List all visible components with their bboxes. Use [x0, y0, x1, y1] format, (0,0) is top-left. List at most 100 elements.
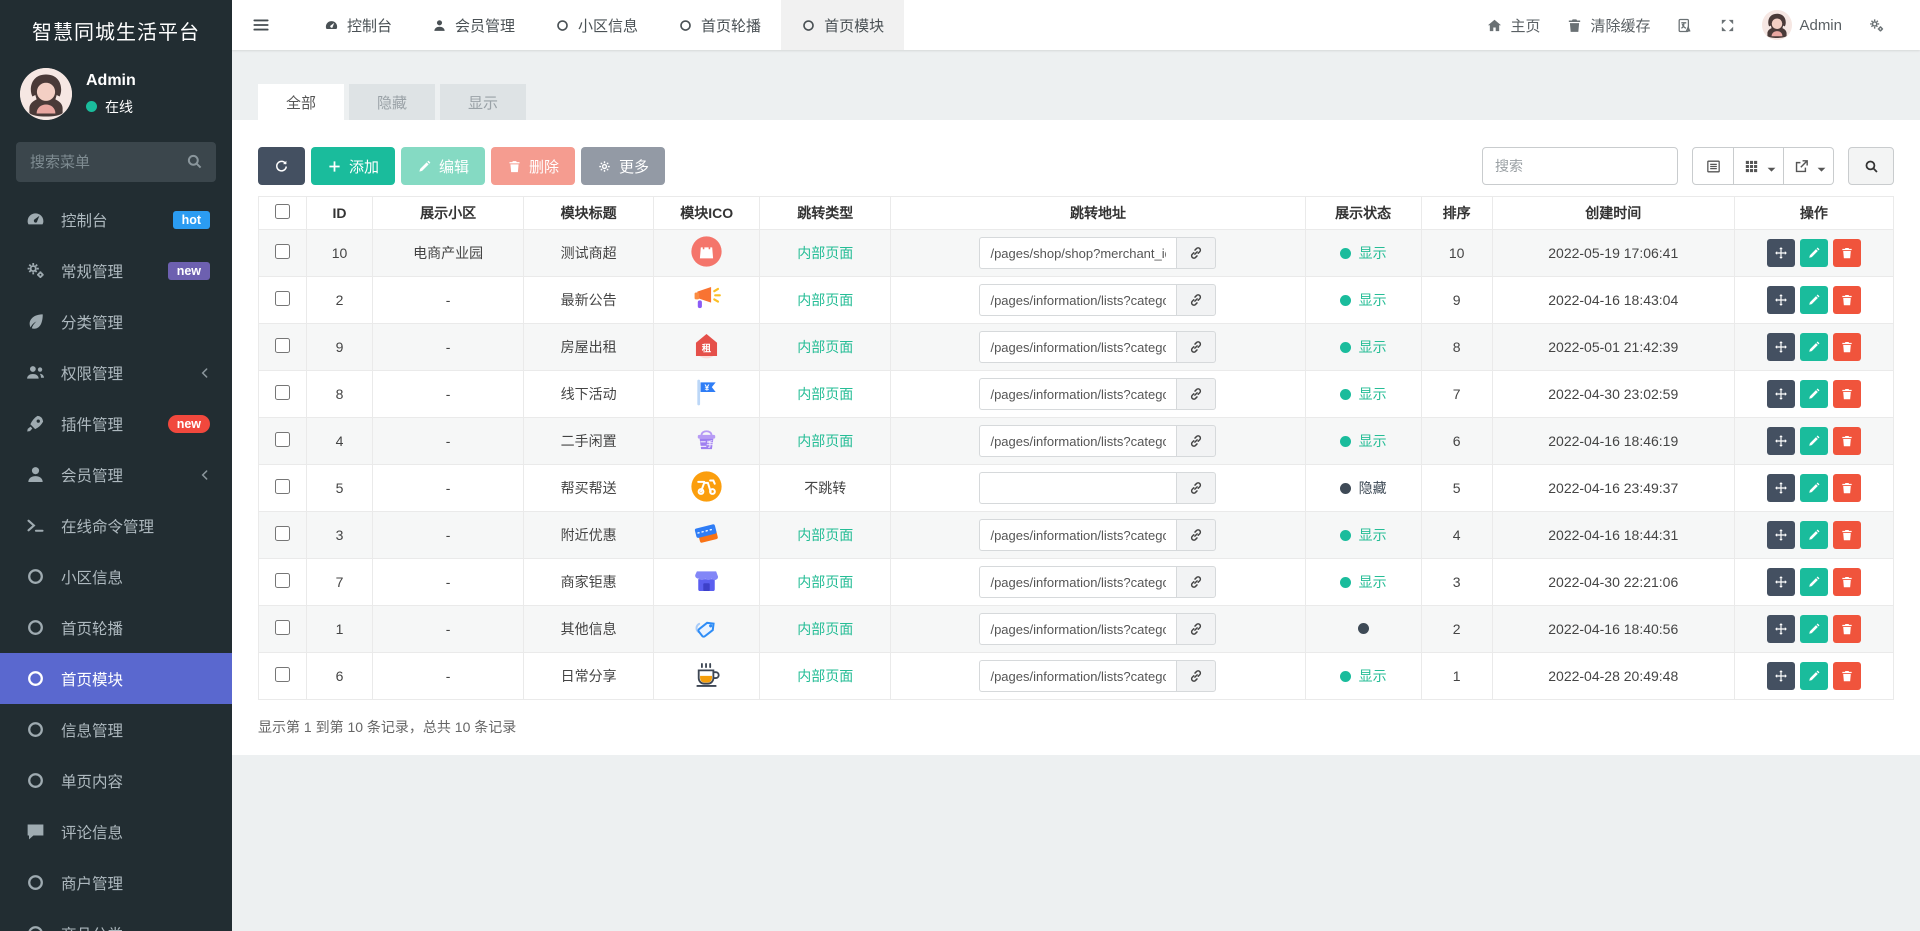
sidebar-item-8[interactable]: 首页轮播	[0, 602, 232, 653]
column-header[interactable]: 展示状态	[1304, 196, 1422, 230]
sidebar-item-6[interactable]: 在线命令管理	[0, 500, 232, 551]
add-button[interactable]: 添加	[311, 147, 396, 185]
sidebar-item-7[interactable]: 小区信息	[0, 551, 232, 602]
cell-status[interactable]: 显示	[1304, 558, 1422, 606]
edit-row-button[interactable]	[1799, 333, 1828, 361]
link-button[interactable]	[1176, 378, 1217, 410]
delete-row-button[interactable]	[1832, 286, 1861, 314]
jump-url-input[interactable]	[979, 331, 1177, 363]
select-all-checkbox[interactable]	[275, 204, 290, 219]
row-checkbox[interactable]	[275, 338, 290, 353]
home-link[interactable]: 主页	[1473, 0, 1553, 50]
jump-url-input[interactable]	[979, 660, 1177, 692]
sidebar-item-5[interactable]: 会员管理	[0, 449, 232, 500]
column-header[interactable]: 创建时间	[1491, 196, 1735, 230]
delete-row-button[interactable]	[1832, 427, 1861, 455]
topbar-tab-4[interactable]: 首页模块	[781, 0, 905, 50]
sidebar-item-2[interactable]: 分类管理	[0, 296, 232, 347]
sidebar-item-1[interactable]: 常规管理 new	[0, 245, 232, 296]
delete-row-button[interactable]	[1832, 662, 1861, 690]
delete-row-button[interactable]	[1832, 568, 1861, 596]
link-button[interactable]	[1176, 425, 1217, 457]
drag-row-button[interactable]	[1766, 615, 1795, 643]
filter-tab-2[interactable]: 显示	[440, 84, 527, 120]
edit-row-button[interactable]	[1799, 427, 1828, 455]
edit-row-button[interactable]	[1799, 521, 1828, 549]
link-button[interactable]	[1176, 566, 1217, 598]
more-button[interactable]: 更多	[581, 147, 666, 185]
drag-row-button[interactable]	[1766, 333, 1795, 361]
column-header[interactable]: 展示小区	[372, 196, 525, 230]
fullscreen-button[interactable]	[1706, 0, 1749, 50]
hamburger-button[interactable]	[232, 0, 290, 50]
edit-row-button[interactable]	[1799, 286, 1828, 314]
language-button[interactable]	[1663, 0, 1706, 50]
jump-url-input[interactable]	[979, 566, 1177, 598]
row-checkbox[interactable]	[275, 573, 290, 588]
row-checkbox[interactable]	[275, 620, 290, 635]
link-button[interactable]	[1176, 284, 1217, 316]
column-header[interactable]: 跳转地址	[890, 196, 1306, 230]
delete-row-button[interactable]	[1832, 521, 1861, 549]
cell-status[interactable]: 隐藏	[1304, 464, 1422, 512]
export-button[interactable]	[1784, 147, 1834, 185]
delete-button[interactable]: 删除	[491, 147, 576, 185]
link-button[interactable]	[1176, 331, 1217, 363]
row-checkbox[interactable]	[275, 385, 290, 400]
row-checkbox[interactable]	[275, 291, 290, 306]
row-checkbox[interactable]	[275, 432, 290, 447]
sidebar-item-14[interactable]: 商品分类	[0, 908, 232, 931]
cell-status[interactable]: 显示	[1304, 652, 1422, 700]
jump-url-input[interactable]	[979, 519, 1177, 551]
row-checkbox[interactable]	[275, 667, 290, 682]
edit-row-button[interactable]	[1799, 662, 1828, 690]
column-header[interactable]: 跳转类型	[759, 196, 892, 230]
cell-status[interactable]: 显示	[1304, 229, 1422, 277]
drag-row-button[interactable]	[1766, 427, 1795, 455]
filter-tab-0[interactable]: 全部	[258, 84, 345, 120]
cell-status[interactable]	[1304, 605, 1422, 653]
drag-row-button[interactable]	[1766, 568, 1795, 596]
cell-status[interactable]: 显示	[1304, 417, 1422, 465]
jump-url-input[interactable]	[979, 378, 1177, 410]
edit-row-button[interactable]	[1799, 615, 1828, 643]
clear-cache-link[interactable]: 清除缓存	[1553, 0, 1663, 50]
sidebar-item-9[interactable]: 首页模块	[0, 653, 232, 704]
topbar-tab-2[interactable]: 小区信息	[535, 0, 658, 50]
delete-row-button[interactable]	[1832, 333, 1861, 361]
drag-row-button[interactable]	[1766, 239, 1795, 267]
topbar-user[interactable]: Admin	[1749, 0, 1855, 50]
edit-button[interactable]: 编辑	[401, 147, 486, 185]
detail-view-button[interactable]	[1692, 147, 1734, 185]
jump-url-input[interactable]	[979, 472, 1177, 504]
jump-url-input[interactable]	[979, 284, 1177, 316]
topbar-tab-0[interactable]: 控制台	[304, 0, 412, 50]
drag-row-button[interactable]	[1766, 474, 1795, 502]
delete-row-button[interactable]	[1832, 615, 1861, 643]
column-header[interactable]: ID	[306, 196, 374, 230]
edit-row-button[interactable]	[1799, 239, 1828, 267]
link-button[interactable]	[1176, 472, 1217, 504]
sidebar-item-10[interactable]: 信息管理	[0, 704, 232, 755]
topbar-tab-1[interactable]: 会员管理	[412, 0, 535, 50]
delete-row-button[interactable]	[1832, 474, 1861, 502]
row-checkbox[interactable]	[275, 479, 290, 494]
drag-row-button[interactable]	[1766, 286, 1795, 314]
sidebar-item-3[interactable]: 权限管理	[0, 347, 232, 398]
delete-row-button[interactable]	[1832, 239, 1861, 267]
column-header[interactable]: 排序	[1420, 196, 1493, 230]
edit-row-button[interactable]	[1799, 568, 1828, 596]
sidebar-item-11[interactable]: 单页内容	[0, 755, 232, 806]
sidebar-item-12[interactable]: 评论信息	[0, 806, 232, 857]
edit-row-button[interactable]	[1799, 380, 1828, 408]
drag-row-button[interactable]	[1766, 662, 1795, 690]
link-button[interactable]	[1176, 613, 1217, 645]
row-checkbox[interactable]	[275, 244, 290, 259]
cell-status[interactable]: 显示	[1304, 370, 1422, 418]
search-toggle-button[interactable]	[1848, 147, 1894, 185]
link-button[interactable]	[1176, 519, 1217, 551]
drag-row-button[interactable]	[1766, 521, 1795, 549]
column-header[interactable]: 操作	[1733, 196, 1895, 230]
columns-button[interactable]	[1734, 147, 1784, 185]
row-checkbox[interactable]	[275, 526, 290, 541]
